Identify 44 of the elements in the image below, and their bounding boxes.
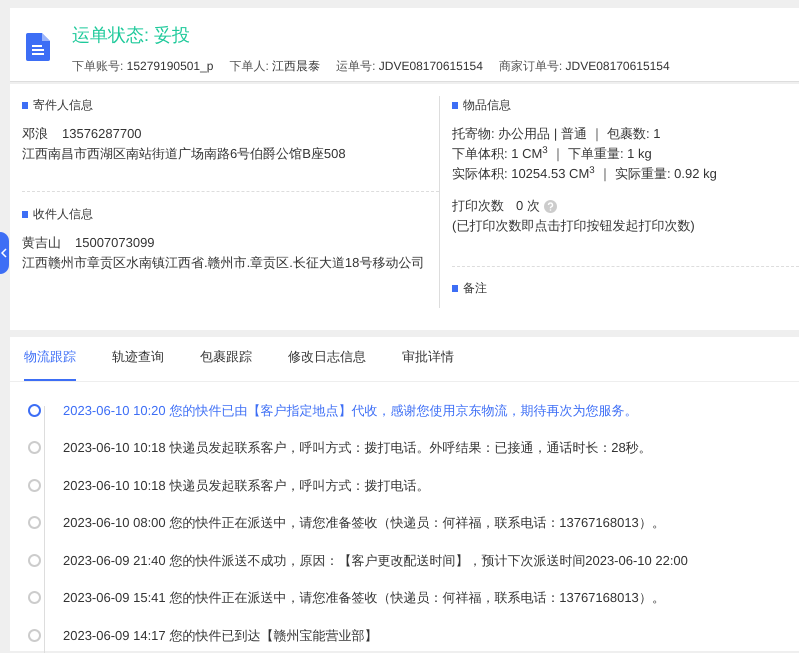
- meta-label: 下单账号:: [72, 59, 124, 73]
- meta-value: JDVE08170615154: [566, 59, 670, 73]
- timeline-entry: 2023-06-10 10:20 您的快件已由【客户指定地点】代收，感谢您使用京东物流，期待再次为您服务。: [63, 402, 638, 420]
- contact-address: 江西赣州市章贡区水南镇江西省.赣州市.章贡区.长征大道18号移动公司: [22, 255, 426, 271]
- status-title: 运单状态: 妥投: [72, 24, 192, 47]
- contact-name: 黄吉山: [22, 235, 61, 250]
- meta-label: 下单人:: [229, 59, 270, 73]
- section-title: 物品信息: [463, 97, 511, 114]
- timeline-entry: 2023-06-10 10:18 快递员发起联系客户，呼叫方式：拨打电话。: [63, 476, 430, 494]
- meta-label: 商家订单号:: [498, 59, 564, 73]
- section-title: 寄件人信息: [33, 97, 93, 114]
- meta-value: 15279190501_p: [126, 59, 214, 73]
- meta-label: 运单号:: [336, 59, 376, 73]
- goods-info-line: 实际体积: 10254.53 CM$^{3}$ ｜ 实际重量: 0.92 kg: [452, 164, 718, 184]
- collapse-tab[interactable]: [0, 232, 9, 274]
- tab[interactable]: 物流跟踪: [24, 337, 76, 380]
- meta-value: JDVE08170615154: [378, 59, 483, 73]
- meta-value: 江西晨泰: [272, 59, 320, 73]
- section-title: 备注: [463, 280, 487, 297]
- section-marker: [452, 284, 458, 292]
- tab[interactable]: 审批详情: [402, 337, 454, 380]
- contact-phone: 13576287700: [62, 126, 142, 141]
- timeline-entry: 2023-06-09 15:41 您的快件正在派送中，请您准备签收（快递员：何祥福，联系电话：13767168013）。: [63, 589, 665, 607]
- timeline-entry: 2023-06-10 08:00 您的快件正在派送中，请您准备签收（快递员：何祥福，联系电话：13767168013）。: [63, 514, 665, 532]
- print-count-value: 0 次: [516, 198, 540, 213]
- goods-info-line: 下单体积: 1 CM$^{3}$ ｜ 下单重量: 1 kg: [452, 144, 653, 164]
- contact-name: 邓浪: [22, 126, 48, 141]
- section-marker: [22, 210, 28, 218]
- timeline-entry: 2023-06-09 21:40 您的快件派送不成功，原因：【客户更改配送时间】，预计下次派送时间2023-06-10 22:00: [63, 552, 688, 570]
- timeline-entry: 2023-06-09 14:17 您的快件已到达【赣州宝能营业部】: [63, 626, 378, 644]
- print-note: (已打印次数即点击打印按钮发起打印次数): [452, 217, 696, 235]
- tab[interactable]: 修改日志信息: [288, 337, 366, 380]
- timeline-entry: 2023-06-10 10:18 快递员发起联系客户，呼叫方式：拨打电话。外呼结果：已接通，通话时长：28秒。: [63, 439, 652, 457]
- contact-phone: 15007073099: [75, 235, 155, 250]
- tab[interactable]: 轨迹查询: [112, 337, 164, 380]
- section-marker: [22, 102, 28, 108]
- section-title: 收件人信息: [33, 206, 93, 223]
- chevron-left-icon: [1, 248, 7, 258]
- tab[interactable]: 包裹跟踪: [200, 337, 252, 380]
- contact-address: 江西南昌市西湖区南站街道广场南路6号伯爵公馆B座508: [22, 146, 347, 162]
- section-marker: [452, 102, 458, 108]
- goods-info-line: 托寄物: 办公用品 | 普通 ｜ 包裹数: 1: [452, 125, 662, 144]
- help-icon: [544, 200, 557, 214]
- print-count-label: 打印次数: [452, 198, 504, 213]
